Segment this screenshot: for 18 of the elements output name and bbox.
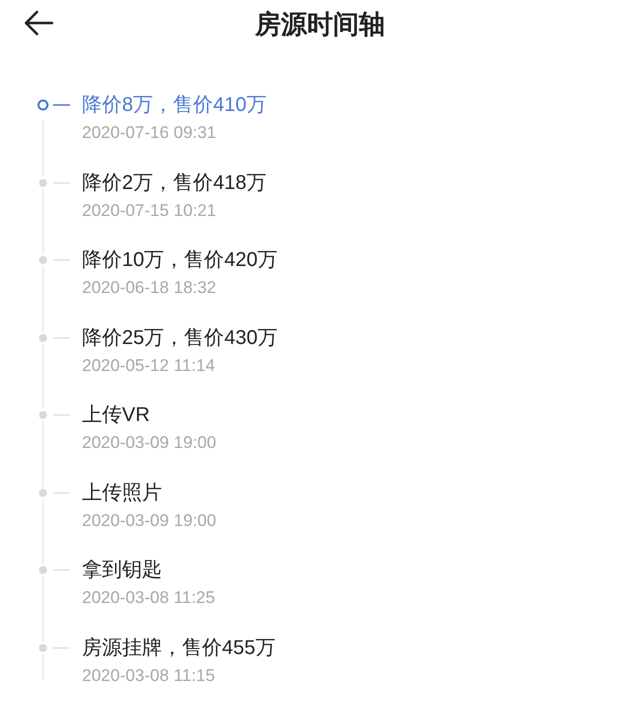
page-title: 房源时间轴 (255, 8, 385, 40)
event-time: 2020-07-15 10:21 (82, 200, 218, 222)
event-time: 2020-03-09 19:00 (82, 510, 216, 532)
event-time: 2020-03-08 11:25 (82, 587, 215, 609)
event-title: 房源挂牌，售价455万 (82, 636, 276, 660)
event-title: 降价10万，售价420万 (82, 248, 278, 273)
event-title: 上传照片 (82, 480, 163, 506)
event-time: 2020-05-12 11:14 (82, 354, 216, 376)
event-time: 2020-06-18 18:32 (82, 277, 218, 299)
back-arrow-icon[interactable] (24, 10, 54, 36)
event-title: 降价25万，售价430万 (82, 326, 278, 350)
event-time: 2020-03-09 19:00 (82, 432, 216, 454)
event-time: 2020-07-16 09:31 (82, 122, 218, 144)
event-title: 拿到钥匙 (82, 558, 163, 583)
event-title: 降价2万，售价418万 (82, 170, 266, 196)
event-time: 2020-03-08 11:15 (82, 664, 216, 686)
event-title: 降价8万，售价410万 (82, 93, 266, 118)
event-title: 上传VR (82, 403, 151, 428)
